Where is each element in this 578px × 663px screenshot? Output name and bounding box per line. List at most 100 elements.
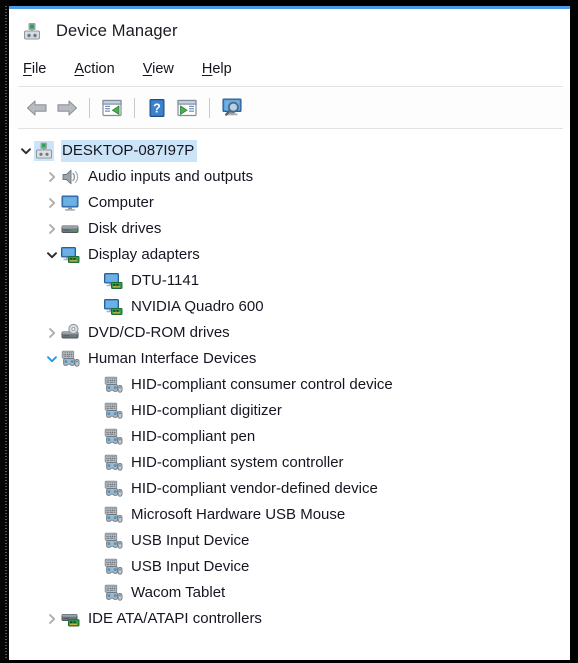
tree-item-computer[interactable]: Computer: [9, 190, 570, 216]
scan-hardware-button[interactable]: [217, 94, 247, 122]
hid-icon: [103, 375, 123, 395]
forward-button[interactable]: [52, 94, 82, 122]
menu-view-accel: V: [142, 60, 153, 77]
chevron-right-icon[interactable]: [43, 164, 60, 190]
show-console-tree-icon: [101, 98, 123, 118]
tree-item-hid-compliant-consumer-control-device[interactable]: HID-compliant consumer control device: [9, 372, 570, 398]
tree-item-desktop-087i97p[interactable]: DESKTOP-087I97P: [9, 138, 570, 164]
tree-item-label: HID-compliant consumer control device: [131, 376, 393, 393]
screen: Device Manager File Action View Help ? D…: [0, 0, 578, 663]
menu-file[interactable]: File: [23, 61, 46, 77]
menu-action-accel: A: [74, 60, 85, 77]
hid-icon: [103, 401, 123, 421]
hid-icon: [103, 427, 123, 447]
menu-file-accel: F: [23, 60, 32, 77]
tree-item-ide-ata-atapi-controllers[interactable]: IDE ATA/ATAPI controllers: [9, 606, 570, 632]
tree-item-microsoft-hardware-usb-mouse[interactable]: Microsoft Hardware USB Mouse: [9, 502, 570, 528]
tree-item-label: Audio inputs and outputs: [88, 168, 254, 185]
disk-drive-icon: [60, 219, 80, 239]
menu-view[interactable]: View: [143, 61, 174, 77]
tree-item-dvd-cd-rom-drives[interactable]: DVD/CD-ROM drives: [9, 320, 570, 346]
scan-hardware-icon: [220, 97, 244, 119]
display-adapter-icon: [103, 297, 123, 317]
tree-chevron-placeholder: [86, 294, 103, 320]
hid-icon: [103, 453, 123, 473]
tree-item-label: Wacom Tablet: [131, 584, 226, 601]
chevron-right-icon[interactable]: [43, 216, 60, 242]
tree-item-label: HID-compliant digitizer: [131, 402, 282, 419]
menubar-divider-top: [18, 86, 563, 87]
toolbar-separator-2: [134, 98, 135, 118]
tree-item-audio-inputs-and-outputs[interactable]: Audio inputs and outputs: [9, 164, 570, 190]
hid-icon: [103, 557, 123, 577]
display-adapter-icon: [60, 245, 80, 265]
menu-bar: File Action View Help: [9, 53, 570, 84]
tree-chevron-placeholder: [86, 528, 103, 554]
device-manager-icon: [21, 20, 43, 42]
dvd-drive-icon: [60, 323, 80, 343]
device-tree[interactable]: DESKTOP-087I97P Audio inputs and outputs C…: [9, 129, 570, 660]
title-bar: Device Manager: [9, 9, 570, 53]
forward-arrow-icon: [55, 98, 79, 118]
toolbar-separator-1: [89, 98, 90, 118]
tree-item-display-adapters[interactable]: Display adapters: [9, 242, 570, 268]
chevron-right-icon[interactable]: [43, 320, 60, 346]
tree-item-label: Human Interface Devices: [88, 350, 257, 367]
menu-help-rest: elp: [212, 60, 232, 77]
back-button[interactable]: [22, 94, 52, 122]
tree-chevron-placeholder: [86, 476, 103, 502]
toolbar-separator-3: [209, 98, 210, 118]
hid-icon: [103, 583, 123, 603]
speaker-icon: [60, 167, 80, 187]
ide-controller-icon: [60, 609, 80, 629]
tree-item-human-interface-devices[interactable]: Human Interface Devices: [9, 346, 570, 372]
hid-icon: [103, 505, 123, 525]
tree-chevron-placeholder: [86, 268, 103, 294]
tree-item-hid-compliant-system-controller[interactable]: HID-compliant system controller: [9, 450, 570, 476]
tree-chevron-placeholder: [86, 372, 103, 398]
menu-view-rest: iew: [152, 60, 174, 77]
tree-item-label: Disk drives: [88, 220, 162, 237]
tree-item-wacom-tablet[interactable]: Wacom Tablet: [9, 580, 570, 606]
show-console-tree-button[interactable]: [97, 94, 127, 122]
device-manager-window: Device Manager File Action View Help ? D…: [9, 6, 570, 660]
tree-item-hid-compliant-vendor-defined-device[interactable]: HID-compliant vendor-defined device: [9, 476, 570, 502]
chevron-down-icon[interactable]: [43, 346, 60, 372]
menu-help[interactable]: Help: [202, 61, 232, 77]
tree-item-disk-drives[interactable]: Disk drives: [9, 216, 570, 242]
window-frame-texture: [5, 6, 7, 660]
tree-item-dtu-1141[interactable]: DTU-1141: [9, 268, 570, 294]
tree-item-usb-input-device-2[interactable]: USB Input Device: [9, 554, 570, 580]
back-arrow-icon: [25, 98, 49, 118]
hid-icon: [103, 531, 123, 551]
tree-chevron-placeholder: [86, 450, 103, 476]
tree-item-label: Microsoft Hardware USB Mouse: [131, 506, 346, 523]
tree-item-label: USB Input Device: [131, 558, 250, 575]
tree-item-label: USB Input Device: [131, 532, 250, 549]
properties-button[interactable]: [172, 94, 202, 122]
menu-file-rest: ile: [31, 60, 47, 77]
tree-item-label: DTU-1141: [131, 272, 200, 289]
svg-text:?: ?: [153, 101, 161, 115]
display-adapter-icon: [103, 271, 123, 291]
tree-item-label: HID-compliant pen: [131, 428, 256, 445]
menu-action[interactable]: Action: [74, 61, 114, 77]
tree-item-label: DVD/CD-ROM drives: [88, 324, 230, 341]
chevron-right-icon[interactable]: [43, 606, 60, 632]
tree-item-hid-compliant-pen[interactable]: HID-compliant pen: [9, 424, 570, 450]
tree-chevron-placeholder: [86, 580, 103, 606]
chevron-down-icon[interactable]: [43, 242, 60, 268]
tree-item-usb-input-device-1[interactable]: USB Input Device: [9, 528, 570, 554]
tree-item-hid-compliant-digitizer[interactable]: HID-compliant digitizer: [9, 398, 570, 424]
chevron-right-icon[interactable]: [43, 190, 60, 216]
tree-item-nvidia-quadro-600[interactable]: NVIDIA Quadro 600: [9, 294, 570, 320]
tree-chevron-placeholder: [86, 424, 103, 450]
help-button[interactable]: ?: [142, 94, 172, 122]
toolbar: ?: [9, 88, 570, 128]
tree-chevron-placeholder: [86, 398, 103, 424]
tree-item-label: Computer: [88, 194, 154, 211]
tree-chevron-placeholder: [86, 502, 103, 528]
computer-root-icon: [34, 141, 54, 161]
hid-icon: [103, 479, 123, 499]
chevron-down-icon[interactable]: [17, 138, 34, 164]
